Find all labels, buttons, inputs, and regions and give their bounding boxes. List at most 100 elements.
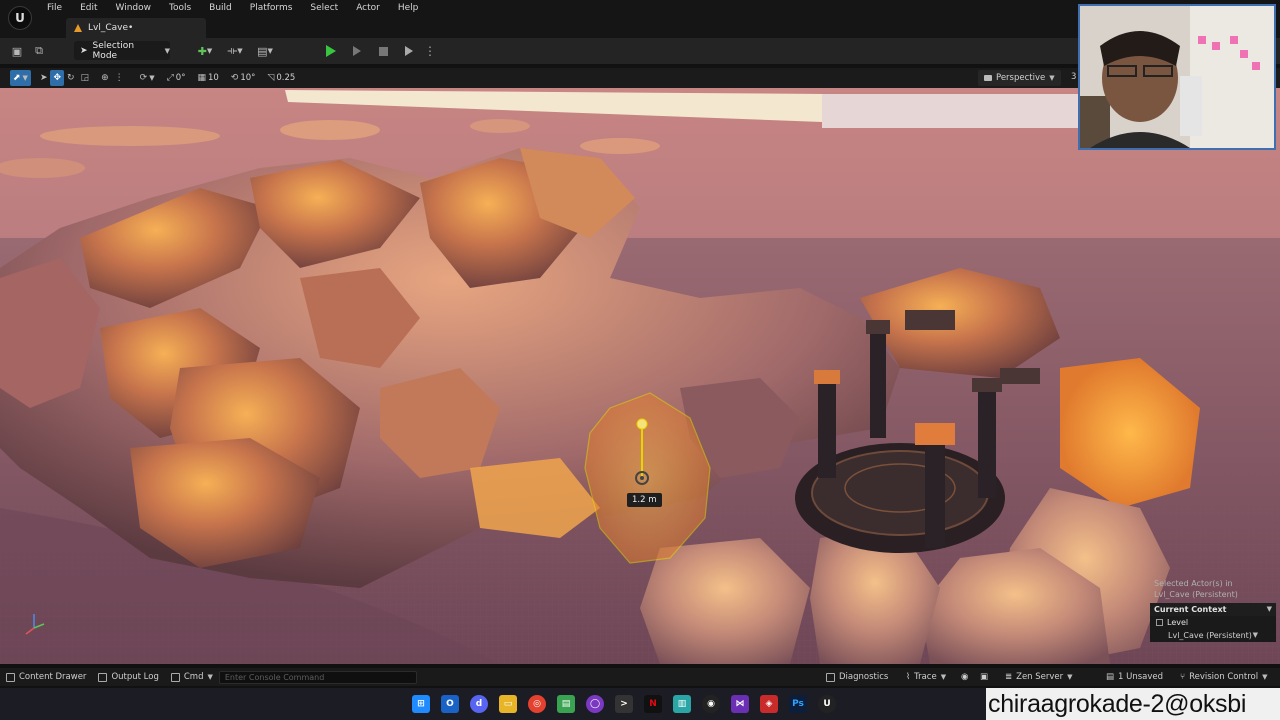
scale-icon[interactable]: ◲ (78, 70, 93, 86)
save-icon[interactable]: ▣ (6, 41, 28, 61)
notepad-icon[interactable]: ▤ (557, 695, 575, 713)
translate-icon[interactable]: ✥ (50, 70, 65, 86)
play-icon (326, 45, 336, 57)
discord-icon[interactable]: d (470, 695, 488, 713)
terminal-icon (170, 672, 180, 682)
scale-snap-value: 0.25 (276, 73, 296, 83)
trace-label: Trace (914, 672, 937, 682)
rotate-icon[interactable]: ↻ (64, 70, 78, 86)
more-options-icon[interactable]: ⋮ (424, 44, 436, 58)
step-icon (353, 46, 361, 56)
revision-control-label: Revision Control (1189, 672, 1259, 682)
level-selector[interactable]: Lvl_Cave (Persistent) ▼ (1150, 629, 1276, 642)
outlook-icon[interactable]: O (441, 695, 459, 713)
selection-mode-dropdown[interactable]: ➤ Selection Mode ▼ (74, 40, 170, 61)
revision-control-button[interactable]: ⑂ Revision Control ▼ (1180, 668, 1267, 686)
selection-context-panel: Selected Actor(s) in Lvl_Cave (Persisten… (1150, 578, 1276, 642)
photoshop-icon[interactable]: Ps (789, 695, 807, 713)
file-explorer-icon[interactable]: ▭ (499, 695, 517, 713)
stop-button[interactable] (372, 41, 394, 61)
chevron-down-icon: ▼ (1262, 673, 1268, 681)
rotation-snap-button[interactable]: ⤢ 0° (164, 70, 189, 86)
perspective-label: Perspective (996, 73, 1046, 83)
vscode-icon[interactable]: ⋈ (731, 695, 749, 713)
add-actor-icon[interactable]: ✚ ▼ (194, 41, 216, 61)
chevron-down-icon: ▼ (1049, 74, 1055, 82)
play-button[interactable] (320, 41, 342, 61)
perspective-dropdown[interactable]: Perspective ▼ (978, 70, 1061, 86)
tab-label: Lvl_Cave• (88, 23, 134, 33)
console-input[interactable]: Enter Console Command (218, 670, 417, 684)
level-label: Level (1167, 618, 1189, 627)
chevron-down-icon: ▼ (940, 673, 947, 681)
current-context-header[interactable]: Current Context ▼ (1150, 603, 1276, 616)
viewport-overflow[interactable]: 3 (1071, 72, 1076, 82)
screenshot-icon[interactable]: ▣ (980, 668, 988, 686)
unsaved-button[interactable]: ▤ 1 Unsaved (1106, 668, 1163, 686)
server-icon: ≣ (1005, 672, 1013, 682)
zen-server-button[interactable]: ≣ Zen Server ▼ (1005, 668, 1073, 686)
play-next-frame-button[interactable] (346, 41, 368, 61)
measure-label: 1.2 m (627, 493, 662, 507)
chevron-down-icon: ▼ (1067, 673, 1073, 681)
menu-file[interactable]: File (38, 3, 71, 13)
zen-server-label: Zen Server (1016, 672, 1064, 682)
files-icon[interactable]: ▥ (673, 695, 691, 713)
trace-icon: ⌇ (906, 672, 911, 682)
cmd-label: Cmd (183, 672, 204, 682)
level-viewport[interactable]: 1.2 m (0, 88, 1280, 664)
taskbar-apps: ⊞ O d ▭ ◎ ▤ ◯ > N ▥ ◉ ⋈ ◈ Ps U (412, 695, 836, 713)
stop-icon (378, 46, 388, 56)
unreal-icon[interactable]: U (818, 695, 836, 713)
angle-snap-button[interactable]: ⟲ 10° (228, 70, 259, 86)
menu-actor[interactable]: Actor (347, 3, 389, 13)
scale-snap-button[interactable]: ◹ 0.25 (264, 70, 298, 86)
menu-platforms[interactable]: Platforms (241, 3, 302, 13)
webcam-feed (1080, 6, 1274, 148)
revision-icon: ⑂ (1180, 672, 1186, 682)
browse-icon[interactable]: ⧉ (28, 41, 50, 61)
menu-window[interactable]: Window (107, 3, 161, 13)
select-arrow-icon[interactable]: ➤ (37, 70, 51, 86)
terminal-icon[interactable]: > (615, 695, 633, 713)
unsaved-icon: ▤ (1106, 672, 1115, 682)
cinematics-icon[interactable]: ▤ ▼ (254, 41, 276, 61)
unreal-logo-icon[interactable]: U (8, 6, 32, 30)
record-icon[interactable]: ◉ (961, 668, 968, 686)
blueprint-icon[interactable]: ⟛ ▼ (224, 41, 246, 61)
level-icon (1156, 619, 1163, 626)
content-drawer-icon (6, 672, 15, 682)
camera-icon (984, 75, 992, 81)
current-context-label: Current Context (1154, 605, 1227, 614)
selection-mode-label: Selection Mode (92, 40, 135, 61)
play-controls: ⋮ (320, 41, 436, 61)
launch-button[interactable] (398, 41, 420, 61)
level-row: Level (1150, 616, 1276, 629)
webcam-overlay (1078, 4, 1276, 150)
netflix-icon[interactable]: N (644, 695, 662, 713)
cmd-dropdown[interactable]: Cmd ▼ (165, 668, 219, 686)
output-log-button[interactable]: Output Log (92, 668, 164, 686)
tab-level[interactable]: Lvl_Cave• (66, 18, 206, 38)
options-icon[interactable]: ⋮ (112, 70, 127, 86)
menu-build[interactable]: Build (200, 3, 241, 13)
content-drawer-button[interactable]: Content Drawer (0, 668, 92, 686)
diagnostics-button[interactable]: Diagnostics (826, 668, 888, 686)
menu-help[interactable]: Help (389, 3, 428, 13)
chrome-icon[interactable]: ◎ (528, 695, 546, 713)
github-icon[interactable]: ◯ (586, 695, 604, 713)
menu-select[interactable]: Select (301, 3, 347, 13)
diagnostics-label: Diagnostics (839, 672, 889, 682)
world-space-icon[interactable]: ⊕ (98, 70, 112, 86)
trace-dropdown[interactable]: ⌇ Trace ▼ (906, 668, 946, 686)
diagnostics-icon (826, 672, 835, 682)
grid-snap-button[interactable]: ▦ 10 (194, 70, 221, 86)
rotation-snap-value: 0° (175, 73, 186, 83)
menu-edit[interactable]: Edit (71, 3, 106, 13)
surface-snap-icon[interactable]: ⟳ ▼ (137, 70, 158, 86)
davinci-icon[interactable]: ◈ (760, 695, 778, 713)
windows-start-icon[interactable]: ⊞ (412, 695, 430, 713)
menu-tools[interactable]: Tools (160, 3, 200, 13)
obs-icon[interactable]: ◉ (702, 695, 720, 713)
select-tool-icon[interactable]: ⬈ ▼ (10, 70, 31, 86)
